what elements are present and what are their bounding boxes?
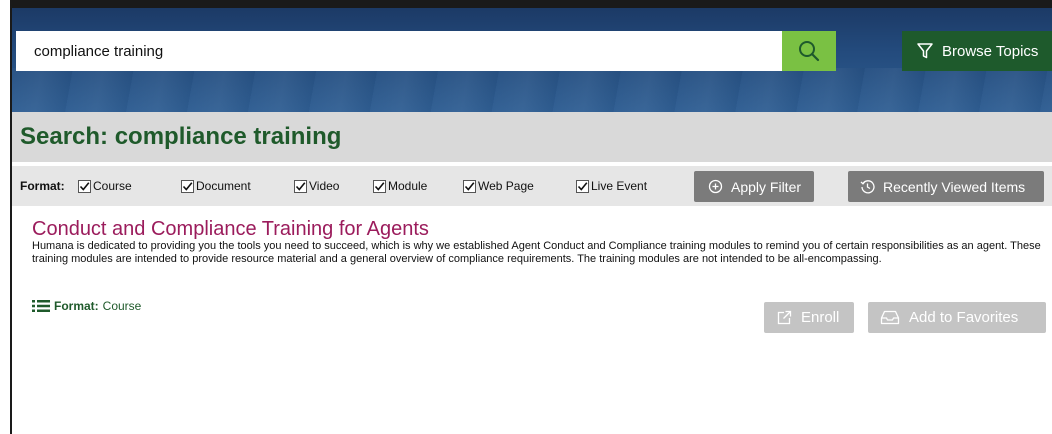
checkbox-checked-icon xyxy=(294,179,307,193)
enroll-label: Enroll xyxy=(801,309,840,326)
browse-topics-button[interactable]: Browse Topics xyxy=(902,31,1052,71)
filter-checkbox-web-page[interactable]: Web Page xyxy=(463,179,534,193)
external-link-icon xyxy=(777,310,792,324)
title-bar: Search: compliance training xyxy=(12,112,1052,162)
add-to-favorites-button[interactable]: Add to Favorites xyxy=(868,302,1046,333)
header-banner: Browse Topics xyxy=(12,0,1052,120)
filter-option-label: Document xyxy=(196,179,251,193)
search-button[interactable] xyxy=(782,31,836,71)
filter-option-label: Course xyxy=(93,179,132,193)
apply-filter-label: Apply Filter xyxy=(731,178,802,195)
result-format: Format: Course xyxy=(32,299,141,313)
plus-circle-icon xyxy=(708,179,723,194)
filter-option-label: Live Event xyxy=(591,179,648,193)
format-filter-label: Format: xyxy=(20,179,65,193)
filter-checkbox-document[interactable]: Document xyxy=(181,179,251,193)
filter-checkbox-video[interactable]: Video xyxy=(294,179,339,193)
add-to-favorites-label: Add to Favorites xyxy=(909,309,1019,326)
checkbox-checked-icon xyxy=(373,179,386,193)
filter-funnel-icon xyxy=(917,43,933,59)
history-icon xyxy=(860,180,875,194)
page-title: Search: compliance training xyxy=(20,123,342,150)
result-title-link[interactable]: Conduct and Compliance Training for Agen… xyxy=(32,218,429,241)
checkbox-checked-icon xyxy=(181,179,194,193)
recently-viewed-button[interactable]: Recently Viewed Items xyxy=(848,171,1044,202)
search-icon xyxy=(799,41,820,62)
format-filter-bar: Format: Course Document Video Module Web… xyxy=(12,166,1052,206)
filter-option-label: Web Page xyxy=(478,179,534,193)
result-format-label: Format: xyxy=(54,299,99,313)
inbox-tray-icon xyxy=(880,310,900,325)
recently-viewed-label: Recently Viewed Items xyxy=(883,178,1026,195)
enroll-button[interactable]: Enroll xyxy=(764,302,854,333)
checkbox-checked-icon xyxy=(576,179,589,193)
apply-filter-button[interactable]: Apply Filter xyxy=(694,171,814,202)
filter-checkbox-live-event[interactable]: Live Event xyxy=(576,179,647,193)
checkbox-checked-icon xyxy=(463,179,476,193)
list-icon xyxy=(32,300,50,312)
checkbox-checked-icon xyxy=(78,179,91,193)
filter-checkbox-course[interactable]: Course xyxy=(78,179,132,193)
result-format-value: Course xyxy=(102,299,142,313)
filter-option-label: Module xyxy=(388,179,428,193)
browse-topics-label: Browse Topics xyxy=(942,42,1039,60)
result-description: Humana is dedicated to providing you the… xyxy=(32,240,1041,265)
page-frame: Browse Topics Search: compliance trainin… xyxy=(10,0,1052,434)
filter-option-label: Video xyxy=(309,179,340,193)
filter-checkbox-module[interactable]: Module xyxy=(373,179,427,193)
search-input[interactable] xyxy=(16,31,782,71)
